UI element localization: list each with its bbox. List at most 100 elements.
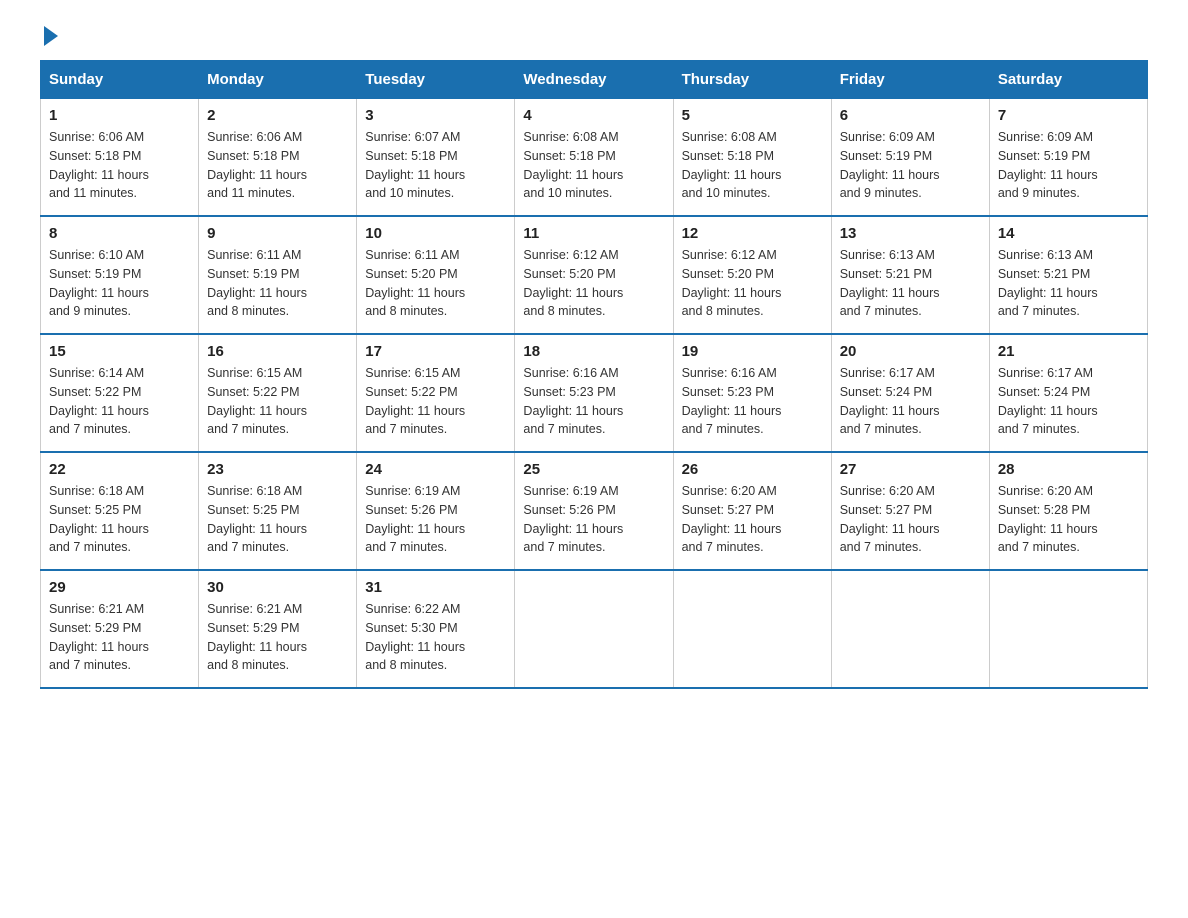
- calendar-cell: [989, 570, 1147, 688]
- weekday-header-row: SundayMondayTuesdayWednesdayThursdayFrid…: [41, 61, 1148, 99]
- calendar-cell: 18 Sunrise: 6:16 AMSunset: 5:23 PMDaylig…: [515, 334, 673, 452]
- calendar-cell: 9 Sunrise: 6:11 AMSunset: 5:19 PMDayligh…: [199, 216, 357, 334]
- calendar-cell: 24 Sunrise: 6:19 AMSunset: 5:26 PMDaylig…: [357, 452, 515, 570]
- day-info: Sunrise: 6:06 AMSunset: 5:18 PMDaylight:…: [207, 128, 348, 203]
- calendar-cell: 3 Sunrise: 6:07 AMSunset: 5:18 PMDayligh…: [357, 99, 515, 217]
- day-number: 3: [365, 107, 506, 124]
- weekday-header-wednesday: Wednesday: [515, 61, 673, 99]
- day-number: 13: [840, 225, 981, 242]
- day-number: 5: [682, 107, 823, 124]
- day-number: 2: [207, 107, 348, 124]
- calendar-week-row: 15 Sunrise: 6:14 AMSunset: 5:22 PMDaylig…: [41, 334, 1148, 452]
- day-number: 20: [840, 343, 981, 360]
- day-info: Sunrise: 6:22 AMSunset: 5:30 PMDaylight:…: [365, 600, 506, 675]
- calendar-cell: 20 Sunrise: 6:17 AMSunset: 5:24 PMDaylig…: [831, 334, 989, 452]
- day-info: Sunrise: 6:20 AMSunset: 5:27 PMDaylight:…: [840, 482, 981, 557]
- day-number: 17: [365, 343, 506, 360]
- day-number: 15: [49, 343, 190, 360]
- day-info: Sunrise: 6:09 AMSunset: 5:19 PMDaylight:…: [998, 128, 1139, 203]
- logo-arrow-icon: [44, 26, 58, 46]
- calendar-cell: 4 Sunrise: 6:08 AMSunset: 5:18 PMDayligh…: [515, 99, 673, 217]
- day-info: Sunrise: 6:11 AMSunset: 5:20 PMDaylight:…: [365, 246, 506, 321]
- calendar-week-row: 29 Sunrise: 6:21 AMSunset: 5:29 PMDaylig…: [41, 570, 1148, 688]
- day-info: Sunrise: 6:19 AMSunset: 5:26 PMDaylight:…: [365, 482, 506, 557]
- calendar-cell: 27 Sunrise: 6:20 AMSunset: 5:27 PMDaylig…: [831, 452, 989, 570]
- day-info: Sunrise: 6:12 AMSunset: 5:20 PMDaylight:…: [523, 246, 664, 321]
- day-number: 12: [682, 225, 823, 242]
- day-number: 30: [207, 579, 348, 596]
- calendar-week-row: 8 Sunrise: 6:10 AMSunset: 5:19 PMDayligh…: [41, 216, 1148, 334]
- day-info: Sunrise: 6:18 AMSunset: 5:25 PMDaylight:…: [207, 482, 348, 557]
- day-info: Sunrise: 6:20 AMSunset: 5:28 PMDaylight:…: [998, 482, 1139, 557]
- day-number: 18: [523, 343, 664, 360]
- calendar-cell: [673, 570, 831, 688]
- calendar-cell: 23 Sunrise: 6:18 AMSunset: 5:25 PMDaylig…: [199, 452, 357, 570]
- logo: [40, 30, 58, 40]
- calendar-cell: 30 Sunrise: 6:21 AMSunset: 5:29 PMDaylig…: [199, 570, 357, 688]
- calendar-cell: 13 Sunrise: 6:13 AMSunset: 5:21 PMDaylig…: [831, 216, 989, 334]
- weekday-header-saturday: Saturday: [989, 61, 1147, 99]
- calendar-cell: 8 Sunrise: 6:10 AMSunset: 5:19 PMDayligh…: [41, 216, 199, 334]
- calendar-cell: 10 Sunrise: 6:11 AMSunset: 5:20 PMDaylig…: [357, 216, 515, 334]
- day-number: 16: [207, 343, 348, 360]
- day-number: 10: [365, 225, 506, 242]
- day-info: Sunrise: 6:16 AMSunset: 5:23 PMDaylight:…: [523, 364, 664, 439]
- day-info: Sunrise: 6:19 AMSunset: 5:26 PMDaylight:…: [523, 482, 664, 557]
- calendar-cell: 17 Sunrise: 6:15 AMSunset: 5:22 PMDaylig…: [357, 334, 515, 452]
- day-info: Sunrise: 6:07 AMSunset: 5:18 PMDaylight:…: [365, 128, 506, 203]
- calendar-cell: 14 Sunrise: 6:13 AMSunset: 5:21 PMDaylig…: [989, 216, 1147, 334]
- day-number: 24: [365, 461, 506, 478]
- calendar-week-row: 1 Sunrise: 6:06 AMSunset: 5:18 PMDayligh…: [41, 99, 1148, 217]
- day-info: Sunrise: 6:21 AMSunset: 5:29 PMDaylight:…: [207, 600, 348, 675]
- calendar-cell: [831, 570, 989, 688]
- calendar-cell: 26 Sunrise: 6:20 AMSunset: 5:27 PMDaylig…: [673, 452, 831, 570]
- day-number: 26: [682, 461, 823, 478]
- day-info: Sunrise: 6:12 AMSunset: 5:20 PMDaylight:…: [682, 246, 823, 321]
- day-number: 14: [998, 225, 1139, 242]
- calendar-cell: 1 Sunrise: 6:06 AMSunset: 5:18 PMDayligh…: [41, 99, 199, 217]
- day-number: 7: [998, 107, 1139, 124]
- day-number: 8: [49, 225, 190, 242]
- calendar-cell: 22 Sunrise: 6:18 AMSunset: 5:25 PMDaylig…: [41, 452, 199, 570]
- calendar-cell: 6 Sunrise: 6:09 AMSunset: 5:19 PMDayligh…: [831, 99, 989, 217]
- calendar-week-row: 22 Sunrise: 6:18 AMSunset: 5:25 PMDaylig…: [41, 452, 1148, 570]
- day-info: Sunrise: 6:10 AMSunset: 5:19 PMDaylight:…: [49, 246, 190, 321]
- day-info: Sunrise: 6:15 AMSunset: 5:22 PMDaylight:…: [207, 364, 348, 439]
- day-number: 1: [49, 107, 190, 124]
- calendar-cell: [515, 570, 673, 688]
- calendar-cell: 16 Sunrise: 6:15 AMSunset: 5:22 PMDaylig…: [199, 334, 357, 452]
- day-number: 11: [523, 225, 664, 242]
- day-number: 9: [207, 225, 348, 242]
- calendar-cell: 25 Sunrise: 6:19 AMSunset: 5:26 PMDaylig…: [515, 452, 673, 570]
- day-info: Sunrise: 6:14 AMSunset: 5:22 PMDaylight:…: [49, 364, 190, 439]
- calendar-cell: 31 Sunrise: 6:22 AMSunset: 5:30 PMDaylig…: [357, 570, 515, 688]
- calendar-cell: 12 Sunrise: 6:12 AMSunset: 5:20 PMDaylig…: [673, 216, 831, 334]
- day-number: 19: [682, 343, 823, 360]
- weekday-header-friday: Friday: [831, 61, 989, 99]
- weekday-header-tuesday: Tuesday: [357, 61, 515, 99]
- calendar-cell: 19 Sunrise: 6:16 AMSunset: 5:23 PMDaylig…: [673, 334, 831, 452]
- day-info: Sunrise: 6:18 AMSunset: 5:25 PMDaylight:…: [49, 482, 190, 557]
- weekday-header-thursday: Thursday: [673, 61, 831, 99]
- weekday-header-sunday: Sunday: [41, 61, 199, 99]
- calendar-cell: 11 Sunrise: 6:12 AMSunset: 5:20 PMDaylig…: [515, 216, 673, 334]
- day-info: Sunrise: 6:17 AMSunset: 5:24 PMDaylight:…: [998, 364, 1139, 439]
- day-info: Sunrise: 6:13 AMSunset: 5:21 PMDaylight:…: [998, 246, 1139, 321]
- calendar-table: SundayMondayTuesdayWednesdayThursdayFrid…: [40, 60, 1148, 689]
- day-number: 21: [998, 343, 1139, 360]
- calendar-cell: 28 Sunrise: 6:20 AMSunset: 5:28 PMDaylig…: [989, 452, 1147, 570]
- day-number: 29: [49, 579, 190, 596]
- day-info: Sunrise: 6:21 AMSunset: 5:29 PMDaylight:…: [49, 600, 190, 675]
- calendar-cell: 2 Sunrise: 6:06 AMSunset: 5:18 PMDayligh…: [199, 99, 357, 217]
- day-info: Sunrise: 6:16 AMSunset: 5:23 PMDaylight:…: [682, 364, 823, 439]
- day-info: Sunrise: 6:17 AMSunset: 5:24 PMDaylight:…: [840, 364, 981, 439]
- day-number: 6: [840, 107, 981, 124]
- calendar-cell: 5 Sunrise: 6:08 AMSunset: 5:18 PMDayligh…: [673, 99, 831, 217]
- day-info: Sunrise: 6:20 AMSunset: 5:27 PMDaylight:…: [682, 482, 823, 557]
- day-number: 23: [207, 461, 348, 478]
- calendar-cell: 15 Sunrise: 6:14 AMSunset: 5:22 PMDaylig…: [41, 334, 199, 452]
- day-number: 27: [840, 461, 981, 478]
- day-info: Sunrise: 6:13 AMSunset: 5:21 PMDaylight:…: [840, 246, 981, 321]
- day-number: 22: [49, 461, 190, 478]
- calendar-cell: 7 Sunrise: 6:09 AMSunset: 5:19 PMDayligh…: [989, 99, 1147, 217]
